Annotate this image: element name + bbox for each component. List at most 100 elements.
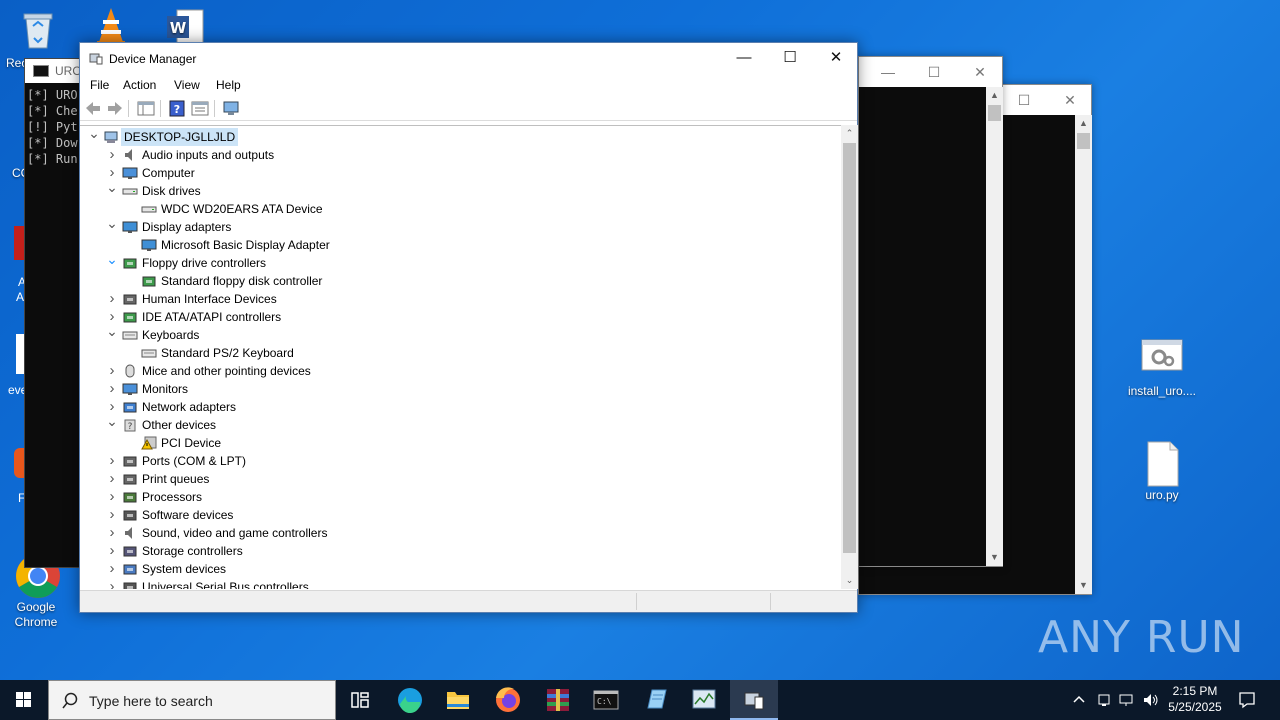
- titlebar[interactable]: — ☐ ✕: [859, 57, 1002, 87]
- tree-device-node[interactable]: Microsoft Basic Display Adapter: [80, 236, 840, 254]
- taskbar-task-manager[interactable]: [680, 680, 728, 720]
- tree-category-node[interactable]: ⌄ Keyboards: [80, 324, 840, 344]
- tree-category-node[interactable]: ⌄ Disk drives: [80, 180, 840, 200]
- tree-category-node[interactable]: › Computer: [80, 164, 840, 182]
- tree-category-node[interactable]: › IDE ATA/ATAPI controllers: [80, 308, 840, 326]
- tree-category-node[interactable]: › Software devices: [80, 506, 840, 524]
- chevron-down-icon[interactable]: ⌄: [106, 216, 118, 230]
- back-arrow-icon[interactable]: [84, 100, 102, 117]
- scroll-up-arrow-icon[interactable]: ▲: [1075, 115, 1092, 132]
- tree-category-node[interactable]: ⌄? Other devices: [80, 414, 840, 434]
- tree-category-node[interactable]: › Audio inputs and outputs: [80, 146, 840, 164]
- menu-view[interactable]: View: [174, 78, 200, 92]
- task-view-button[interactable]: [336, 680, 384, 720]
- desktop-icon-install-uro[interactable]: install_uro....: [1122, 336, 1202, 399]
- maximize-button[interactable]: ☐: [767, 43, 813, 73]
- chevron-right-icon[interactable]: ›: [106, 452, 118, 470]
- titlebar[interactable]: Device Manager — ☐ ✕: [80, 43, 857, 74]
- device-manager-window[interactable]: Device Manager — ☐ ✕ File Action View He…: [79, 42, 858, 613]
- scroll-up-arrow-icon[interactable]: ▲: [986, 87, 1003, 104]
- scroll-down-arrow-icon[interactable]: ⌄: [841, 572, 858, 589]
- scroll-down-arrow-icon[interactable]: ▼: [1075, 577, 1092, 594]
- tree-device-node[interactable]: Standard PS/2 Keyboard: [80, 344, 840, 362]
- taskbar-clock[interactable]: 2:15 PM 5/25/2025: [1160, 683, 1230, 715]
- tree-category-node[interactable]: › Print queues: [80, 470, 840, 488]
- network-status-icon[interactable]: [1096, 692, 1112, 708]
- properties-icon[interactable]: [191, 100, 209, 117]
- tree-category-node[interactable]: › Processors: [80, 488, 840, 506]
- scroll-up-arrow-icon[interactable]: ⌃: [841, 125, 858, 142]
- tree-category-node[interactable]: ⌄ Display adapters: [80, 216, 840, 236]
- menu-help[interactable]: Help: [216, 78, 241, 92]
- taskbar-search-box[interactable]: Type here to search: [48, 680, 336, 720]
- maximize-button[interactable]: ☐: [911, 57, 957, 87]
- tree-device-node[interactable]: PCI Device: [80, 434, 840, 452]
- chevron-right-icon[interactable]: ›: [106, 488, 118, 506]
- minimize-button[interactable]: —: [721, 43, 767, 73]
- chevron-down-icon[interactable]: ⌄: [106, 252, 118, 266]
- vertical-scrollbar[interactable]: ▲ ▼: [1075, 115, 1092, 594]
- chevron-right-icon[interactable]: ›: [106, 146, 118, 164]
- tree-category-node[interactable]: › Storage controllers: [80, 542, 840, 560]
- desktop-icon-uro-py[interactable]: uro.py: [1124, 440, 1200, 503]
- tree-category-node[interactable]: › Mice and other pointing devices: [80, 362, 840, 380]
- ethernet-icon[interactable]: [1118, 692, 1136, 708]
- chevron-down-icon[interactable]: ⌄: [88, 126, 100, 140]
- tree-category-node[interactable]: › Universal Serial Bus controllers: [80, 578, 840, 589]
- scroll-thumb[interactable]: [988, 105, 1001, 121]
- notification-center-icon[interactable]: [1238, 691, 1256, 709]
- vertical-scrollbar[interactable]: ▲ ▼: [986, 87, 1003, 566]
- maximize-button[interactable]: ☐: [1001, 85, 1047, 115]
- cmd-titlebar[interactable]: URO: [25, 59, 83, 83]
- scroll-thumb[interactable]: [1077, 133, 1090, 149]
- start-button[interactable]: [0, 680, 48, 720]
- vertical-scrollbar[interactable]: ⌃ ⌄: [841, 125, 858, 589]
- tree-category-node[interactable]: › Sound, video and game controllers: [80, 524, 840, 542]
- chevron-right-icon[interactable]: ›: [106, 290, 118, 308]
- scroll-down-arrow-icon[interactable]: ▼: [986, 549, 1003, 566]
- taskbar-terminal[interactable]: C:\: [582, 680, 630, 720]
- taskbar-winrar[interactable]: [534, 680, 582, 720]
- chevron-right-icon[interactable]: ›: [106, 380, 118, 398]
- chevron-up-icon[interactable]: [1072, 693, 1086, 707]
- taskbar-edge[interactable]: [386, 680, 434, 720]
- scroll-thumb[interactable]: [843, 143, 856, 553]
- taskbar-firefox[interactable]: [484, 680, 532, 720]
- tree-category-node[interactable]: › Network adapters: [80, 398, 840, 416]
- close-button[interactable]: ✕: [957, 57, 1003, 87]
- chevron-right-icon[interactable]: ›: [106, 524, 118, 542]
- cmd-window[interactable]: URO [*] URO [*] Che [!] Pyt [*] Dow [*] …: [24, 58, 84, 568]
- tree-category-node[interactable]: › Human Interface Devices: [80, 290, 840, 308]
- chevron-right-icon[interactable]: ›: [106, 506, 118, 524]
- chevron-right-icon[interactable]: ›: [106, 470, 118, 488]
- menu-file[interactable]: File: [90, 78, 109, 92]
- chevron-right-icon[interactable]: ›: [106, 560, 118, 578]
- background-console-window-1[interactable]: — ☐ ✕ ▲ ▼: [858, 56, 1003, 567]
- volume-icon[interactable]: [1142, 692, 1160, 708]
- menu-action[interactable]: Action: [123, 78, 156, 92]
- tree-category-node[interactable]: › System devices: [80, 560, 840, 578]
- chevron-right-icon[interactable]: ›: [106, 542, 118, 560]
- tree-category-node[interactable]: ⌄ Floppy drive controllers: [80, 252, 840, 272]
- chevron-down-icon[interactable]: ⌄: [106, 414, 118, 428]
- tree-category-node[interactable]: › Ports (COM & LPT): [80, 452, 840, 470]
- close-button[interactable]: ✕: [813, 43, 859, 73]
- forward-arrow-icon[interactable]: [106, 100, 124, 117]
- tree-root-node[interactable]: ⌄ DESKTOP-JGLLJLD: [80, 126, 840, 146]
- device-tree[interactable]: ⌄ DESKTOP-JGLLJLD › Audio inputs and output…: [80, 125, 842, 589]
- show-hide-console-tree-icon[interactable]: [137, 100, 155, 117]
- chevron-right-icon[interactable]: ›: [106, 362, 118, 380]
- close-button[interactable]: ✕: [1047, 85, 1093, 115]
- tree-device-node[interactable]: Standard floppy disk controller: [80, 272, 840, 290]
- chevron-down-icon[interactable]: ⌄: [106, 324, 118, 338]
- taskbar-file-explorer[interactable]: [434, 680, 482, 720]
- help-icon[interactable]: ?: [168, 100, 186, 117]
- taskbar-notepad[interactable]: [632, 680, 680, 720]
- chevron-right-icon[interactable]: ›: [106, 578, 118, 589]
- tree-category-node[interactable]: › Monitors: [80, 380, 840, 398]
- minimize-button[interactable]: —: [865, 57, 911, 87]
- scan-hardware-changes-icon[interactable]: [222, 100, 240, 117]
- taskbar-device-manager[interactable]: [730, 680, 778, 720]
- tree-device-node[interactable]: WDC WD20EARS ATA Device: [80, 200, 840, 218]
- chevron-down-icon[interactable]: ⌄: [106, 180, 118, 194]
